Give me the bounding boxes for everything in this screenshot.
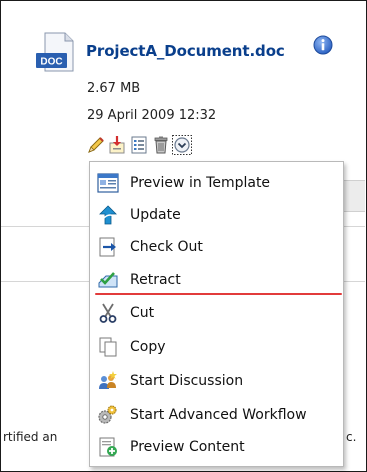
info-icon[interactable]: [313, 35, 333, 55]
background-text-left: rtified an: [3, 430, 58, 444]
preview-template-icon: [97, 173, 119, 193]
background-text-right: c.: [346, 430, 357, 444]
file-size: 2.67 MB: [87, 81, 141, 96]
menu-item-start-discussion[interactable]: Start Discussion: [90, 366, 343, 396]
modified-date: 29 April 2009 12:32: [87, 108, 217, 123]
menu-item-cut[interactable]: Cut: [90, 298, 343, 328]
menu-item-label: Copy: [130, 339, 166, 355]
cut-icon: [99, 303, 117, 323]
menu-item-start-advanced-workflow[interactable]: Start Advanced Workflow: [90, 400, 343, 430]
discussion-icon: [99, 371, 117, 389]
menu-item-retract[interactable]: Retract: [90, 265, 343, 295]
edit-icon[interactable]: [86, 135, 106, 155]
doc-file-icon: DOC: [36, 32, 74, 72]
properties-icon[interactable]: [129, 135, 149, 155]
menu-item-label: Start Advanced Workflow: [130, 407, 307, 423]
highlight-underline: [95, 293, 342, 295]
background-tab-edge: [342, 180, 365, 212]
menu-item-label: Update: [130, 207, 181, 223]
menu-item-label: Cut: [130, 305, 155, 321]
menu-item-label: Check Out: [130, 239, 203, 255]
menu-item-copy[interactable]: Copy: [90, 332, 343, 362]
menu-item-label: Retract: [130, 272, 181, 288]
context-menu: Preview in Template Update Check Out Ret…: [89, 161, 344, 467]
copy-icon: [99, 337, 117, 357]
menu-item-label: Preview in Template: [130, 175, 271, 191]
workflow-icon: [98, 405, 117, 424]
update-icon: [99, 205, 117, 225]
menu-item-preview-in-template[interactable]: Preview in Template: [90, 168, 343, 198]
doc-type-badge: DOC: [40, 57, 62, 68]
menu-item-preview-content[interactable]: Preview Content: [90, 432, 343, 462]
check-out-icon: [99, 237, 116, 257]
retract-icon: [98, 272, 118, 288]
menu-item-label: Preview Content: [130, 439, 245, 455]
menu-item-check-out[interactable]: Check Out: [90, 232, 343, 262]
menu-item-update[interactable]: Update: [90, 200, 343, 230]
preview-content-icon: [99, 437, 117, 457]
more-actions-icon[interactable]: [172, 135, 192, 155]
delete-icon[interactable]: [151, 135, 171, 155]
download-icon[interactable]: [107, 135, 127, 155]
document-title[interactable]: ProjectA_Document.doc: [86, 42, 285, 60]
menu-item-label: Start Discussion: [130, 373, 244, 389]
